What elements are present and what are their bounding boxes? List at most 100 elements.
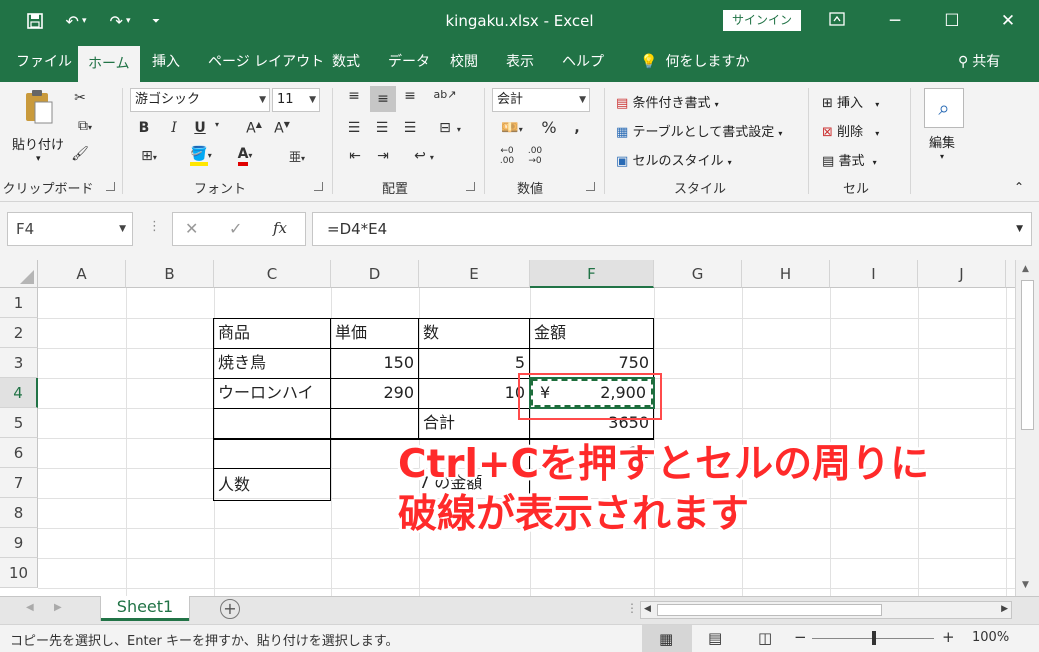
cell-e3[interactable]: 5 [419,348,529,378]
share-button[interactable]: ⚲ 共有 [958,42,1000,82]
column-header-d[interactable]: D [331,260,419,288]
column-header-e[interactable]: E [419,260,530,288]
add-sheet-icon[interactable]: + [220,599,240,619]
column-header-i[interactable]: I [830,260,918,288]
expand-formula-icon[interactable]: ▼ [1016,213,1023,245]
tab-view[interactable]: 表示 [506,42,534,82]
cell-c3[interactable]: 焼き鳥 [214,348,330,378]
column-header-b[interactable]: B [126,260,214,288]
row-header-5[interactable]: 5 [0,408,38,438]
tell-me-search[interactable]: 💡 何をしますか [640,42,749,82]
paste-label[interactable]: 貼り付け [12,134,64,153]
cell-c7[interactable]: 人数 [214,470,330,500]
scroll-up-icon[interactable]: ▲ [1022,264,1029,274]
column-header-h[interactable]: H [742,260,830,288]
formula-input[interactable]: =D4*E4 ▼ [312,212,1032,246]
cell-styles-button[interactable]: ▣ セルのスタイル ▾ [616,150,732,169]
font-name-select[interactable]: 游ゴシック ▼ [130,88,270,112]
cell-f2[interactable]: 金額 [530,318,653,348]
scroll-right-icon[interactable]: ▶ [1001,604,1008,614]
column-header-c[interactable]: C [214,260,331,288]
orientation-icon[interactable]: ab↗ [432,88,458,101]
vertical-scrollbar[interactable]: ▲ ▼ [1015,260,1039,596]
shrink-font-icon[interactable]: A▼ [272,120,292,137]
row-header-1[interactable]: 1 [0,288,38,318]
close-icon[interactable]: ✕ [993,8,1023,34]
normal-view-button[interactable]: ▦ [642,625,692,652]
comma-style-icon[interactable]: , [568,120,586,136]
zoom-level[interactable]: 100% [972,630,1009,645]
copy-icon[interactable]: ⧉▾ [70,118,100,134]
cell-e2[interactable]: 数 [419,318,529,348]
zoom-out-icon[interactable]: − [794,628,807,646]
column-header-j[interactable]: J [918,260,1006,288]
paste-dropdown-icon[interactable]: ▾ [36,154,41,164]
column-header-g[interactable]: G [654,260,742,288]
chevron-down-icon[interactable]: ▾ [940,152,944,161]
tab-insert[interactable]: 挿入 [152,42,180,82]
tab-help[interactable]: ヘルプ [562,42,604,82]
row-header-4[interactable]: 4 [0,378,38,408]
increase-decimal-icon[interactable]: ←0.00 [496,146,518,166]
splitter-icon[interactable]: ⋮ [626,601,638,615]
format-cells-button[interactable]: ▤ 書式 ▾ [822,150,877,169]
cell-e4[interactable]: 10 [419,378,529,408]
paste-icon[interactable] [22,88,56,130]
alignment-launcher-icon[interactable] [466,182,475,191]
zoom-slider-thumb[interactable] [872,631,876,645]
tab-file[interactable]: ファイル [16,42,72,82]
align-middle-icon[interactable]: ≡ [370,86,396,112]
row-header-8[interactable]: 8 [0,498,38,528]
borders-icon[interactable]: ⊞▾ [134,148,164,164]
signin-button[interactable]: サインイン [723,10,801,31]
select-all-corner[interactable] [0,260,38,288]
scroll-down-icon[interactable]: ▼ [1022,580,1029,590]
number-format-select[interactable]: 会計 ▼ [492,88,590,112]
cell-d3[interactable]: 150 [331,348,418,378]
column-header-f[interactable]: F [530,260,654,288]
grow-font-icon[interactable]: A▲ [244,120,264,137]
horizontal-scroll-thumb[interactable] [657,604,882,616]
minimize-icon[interactable]: ─ [880,8,910,34]
font-launcher-icon[interactable] [314,182,323,191]
align-top-icon[interactable]: ≡ [344,88,364,104]
delete-cells-button[interactable]: ⊠ 削除 ▾ [822,121,879,140]
row-header-6[interactable]: 6 [0,438,38,468]
horizontal-scrollbar[interactable]: ◀ ▶ [640,601,1012,619]
row-header-7[interactable]: 7 [0,468,38,498]
align-right-icon[interactable]: ☰ [400,120,420,136]
enter-icon[interactable]: ✓ [229,219,242,238]
insert-function-icon[interactable]: fx [273,219,287,237]
underline-icon[interactable]: U [192,120,208,136]
italic-icon[interactable]: I [166,120,182,136]
row-header-9[interactable]: 9 [0,528,38,558]
align-center-icon[interactable]: ☰ [372,120,392,136]
cut-icon[interactable]: ✂ [70,90,90,106]
cell-c2[interactable]: 商品 [214,318,330,348]
scroll-left-icon[interactable]: ◀ [644,604,651,614]
name-box[interactable]: F4 ▼ [7,212,133,246]
insert-cells-button[interactable]: ⊞ 挿入 ▾ [822,92,879,111]
zoom-in-icon[interactable]: + [942,628,955,646]
merge-center-icon[interactable]: ⊟ ▾ [430,120,470,136]
wrap-text-icon[interactable]: ↩ ▾ [404,148,444,164]
clipboard-launcher-icon[interactable] [106,182,115,191]
phonetic-icon[interactable]: 亜▾ [282,148,312,165]
editing-label[interactable]: 編集 [929,132,955,151]
conditional-format-button[interactable]: ▤ 条件付き書式 ▾ [616,92,719,111]
row-header-2[interactable]: 2 [0,318,38,348]
align-bottom-icon[interactable]: ≡ [400,88,420,104]
page-break-preview-icon[interactable]: ◫ [758,629,772,647]
tab-page-layout[interactable]: ページ レイアウト [208,42,324,82]
font-color-icon[interactable]: A▾ [228,146,262,166]
currency-format-icon[interactable]: 💴▾ [494,120,530,136]
number-launcher-icon[interactable] [586,182,595,191]
page-layout-view-icon[interactable]: ▤ [708,629,722,647]
worksheet-grid[interactable]: A B C D E F G H I J 1 2 3 4 5 6 7 8 9 10 [0,260,1015,596]
sheet-tab-sheet1[interactable]: Sheet1 [101,596,189,621]
increase-indent-icon[interactable]: ⇥ [372,148,394,164]
maximize-icon[interactable]: ☐ [937,8,967,34]
prev-sheet-icon[interactable]: ◀ [26,602,34,613]
percent-icon[interactable]: % [540,118,558,137]
cell-d2[interactable]: 単価 [331,318,418,348]
